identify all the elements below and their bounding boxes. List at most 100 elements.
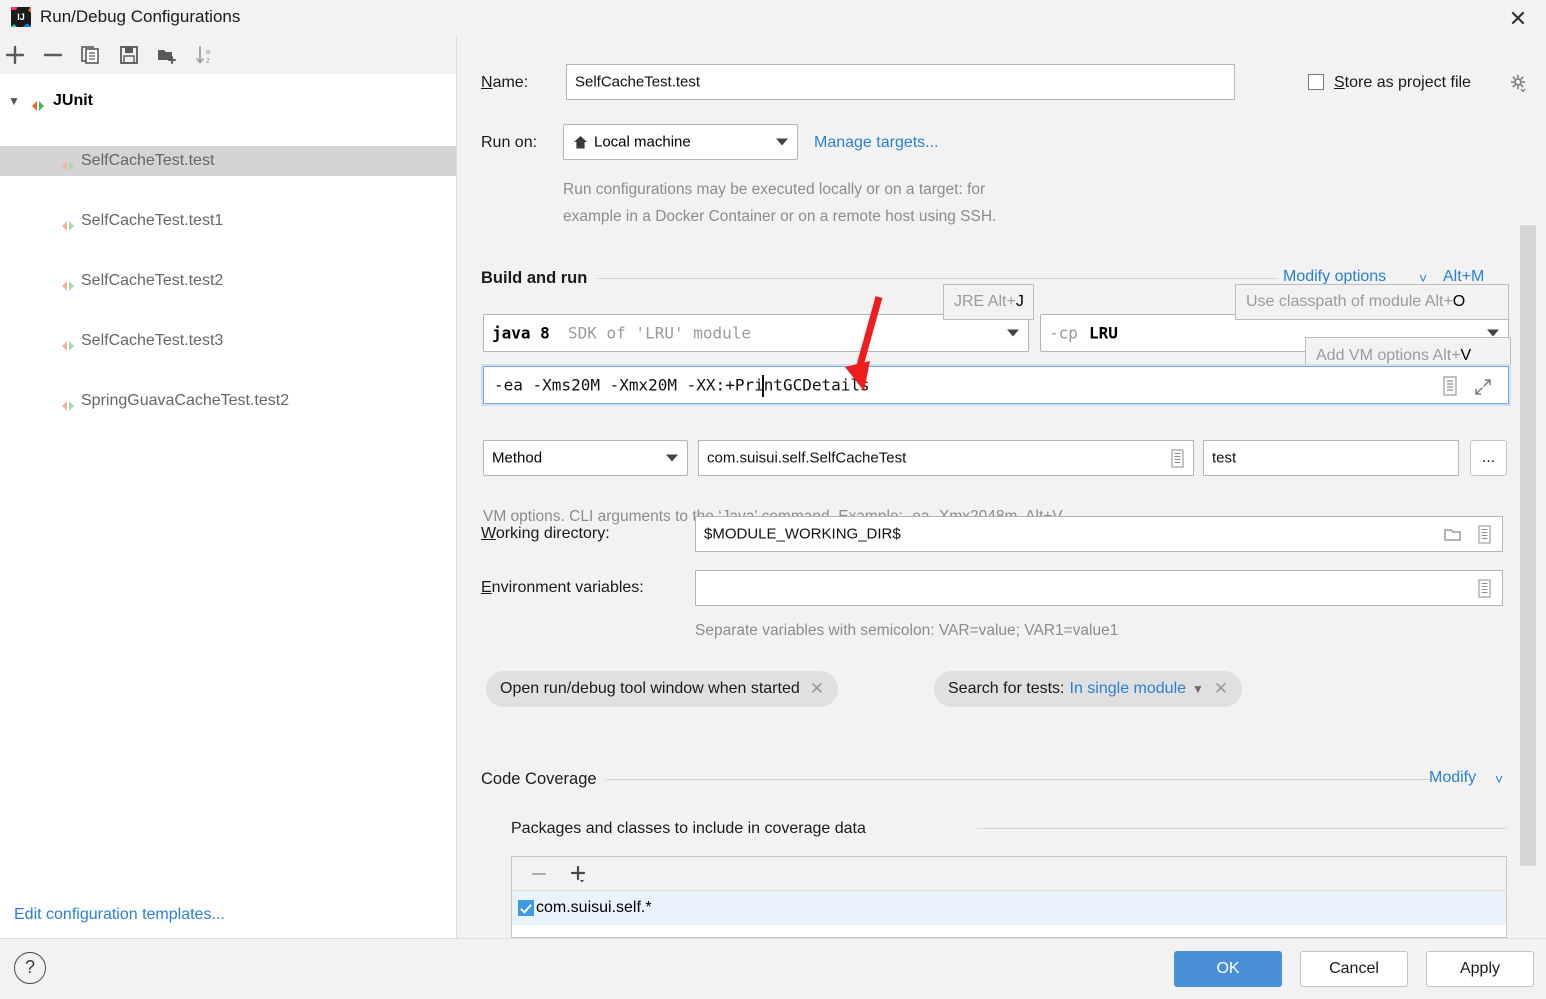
target-method-input[interactable]: test [1203,440,1459,476]
environment-variables-input[interactable] [695,570,1503,606]
coverage-item-label: com.suisui.self.* [536,899,652,916]
section-divider [977,828,1507,829]
tree-item-label: SelfCacheTest.test2 [81,272,224,289]
run-on-combo[interactable]: Local machine [563,124,798,160]
home-icon [572,134,589,155]
coverage-subtitle: Packages and classes to include in cover… [511,820,874,838]
vm-options-value: -ea -Xms20M -Xmx20M -XX:+PrintGCDetails [494,375,870,395]
svg-text:a: a [206,47,211,56]
classpath-value: LRU [1089,323,1118,343]
tree-item-selfcachetest-test2[interactable]: SelfCacheTest.test2 [0,266,456,296]
configurations-panel: a z ▼ JUnit SelfCacheTest.test SelfCache… [0,36,457,938]
coverage-item-checkbox[interactable] [518,900,534,916]
cancel-button[interactable]: Cancel [1300,951,1408,987]
run-debug-configurations-dialog: IJ Run/Debug Configurations ✕ a z ▼ JUni… [0,0,1546,999]
run-on-hint-line2: example in a Docker Container or on a re… [563,208,997,225]
text-caret [762,375,764,397]
coverage-add-button[interactable] [568,864,588,888]
jre-hint: JRE Alt+ J [943,284,1034,320]
close-icon[interactable]: ✕ [1214,679,1228,699]
folder-icon[interactable] [1443,526,1462,547]
document-list-icon[interactable] [1170,449,1185,472]
configurations-toolbar: a z [0,36,456,75]
title-bar: IJ Run/Debug Configurations ✕ [0,0,1546,37]
tree-item-selfcachetest-test3[interactable]: SelfCacheTest.test3 [0,326,456,356]
tree-group-junit[interactable]: ▼ JUnit [0,86,456,116]
chevron-down-icon [776,138,788,146]
tree-item-selfcachetest-test1[interactable]: SelfCacheTest.test1 [0,206,456,236]
jre-combo-primary: java 8 [492,323,550,343]
coverage-remove-button[interactable] [530,866,548,886]
chip-search-for-tests[interactable]: Search for tests: In single module ▼ ✕ [934,671,1243,707]
environment-variables-label: Environment variables: [481,579,644,596]
run-on-value: Local machine [594,133,691,151]
tree-item-label: SpringGuavaCacheTest.test2 [81,392,290,409]
tree-item-springguavacachetest-test2[interactable]: SpringGuavaCacheTest.test2 [0,386,456,416]
vm-options-input[interactable]: -ea -Xms20M -Xmx20M -XX:+PrintGCDetails [483,366,1509,404]
working-directory-label: Working directory: [481,525,610,542]
junit-run-icon [60,334,76,351]
intellij-idea-logo: IJ [10,6,32,28]
use-classpath-of-module-hint: Use classpath of module Alt+ O [1235,284,1509,320]
close-icon[interactable]: ✕ [1502,4,1534,34]
ok-button[interactable]: OK [1174,951,1282,987]
svg-text:z: z [206,56,210,65]
configurations-tree: ▼ JUnit SelfCacheTest.test SelfCacheTest… [0,74,456,894]
chip-open-run-debug-tool-window[interactable]: Open run/debug tool window when started … [486,671,838,707]
section-divider [605,779,1439,780]
chip-value[interactable]: In single module [1070,680,1187,698]
chevron-down-icon[interactable]: ▼ [6,86,22,116]
junit-run-icon [30,94,46,111]
new-folder-button[interactable] [154,42,180,68]
document-list-icon[interactable] [1442,376,1458,400]
classpath-prefix: -cp [1049,323,1078,343]
svg-text:IJ: IJ [17,12,25,22]
target-method-value: test [1212,449,1237,467]
help-button[interactable]: ? [14,952,46,984]
chevron-down-icon[interactable]: ▼ [1192,682,1204,696]
remove-configuration-button[interactable] [40,42,66,68]
tree-item-selfcachetest-test[interactable]: SelfCacheTest.test [0,146,456,176]
copy-configuration-button[interactable] [78,42,104,68]
junit-run-icon [60,274,76,291]
working-directory-input[interactable]: $MODULE_WORKING_DIR$ [695,516,1503,552]
code-coverage-title: Code Coverage [481,770,605,789]
build-and-run-title: Build and run [481,269,596,288]
expand-icon[interactable] [1474,378,1492,400]
window-title: Run/Debug Configurations [40,7,241,26]
editor-scrollbar-track[interactable] [1513,225,1543,938]
save-configuration-button[interactable] [116,42,142,68]
document-list-icon[interactable] [1477,525,1492,548]
close-icon[interactable]: ✕ [810,679,824,699]
target-class-value: com.suisui.self.SelfCacheTest [707,449,907,467]
tree-item-label: SelfCacheTest.test1 [81,212,224,229]
gear-icon[interactable] [1509,74,1527,96]
dialog-footer: ? OK Cancel Apply CSDN @言炮 [0,938,1546,999]
editor-scrollbar-thumb[interactable] [1520,225,1536,866]
tree-item-label: SelfCacheTest.test [81,152,215,169]
coverage-toolbar [512,857,1506,891]
chip-label: Search for tests: [948,680,1065,697]
apply-button[interactable]: Apply [1426,951,1534,987]
name-input-value: SelfCacheTest.test [575,73,701,91]
chevron-down-icon[interactable]: ˅ [1495,771,1503,787]
chevron-down-icon [666,454,678,462]
manage-targets-link[interactable]: Manage targets... [814,134,939,152]
sort-configurations-button[interactable]: a z [192,42,218,68]
chip-label: Open run/debug tool window when started [500,680,800,697]
add-configuration-button[interactable] [2,42,28,68]
browse-target-button[interactable]: ... [1470,440,1507,476]
coverage-modify-link[interactable]: Modify [1429,769,1476,787]
coverage-list-item[interactable]: com.suisui.self.* [512,891,1506,925]
store-as-project-file-label[interactable]: Store as project file [1334,74,1471,92]
target-kind-combo[interactable]: Method [483,440,688,476]
document-list-icon[interactable] [1477,579,1492,602]
edit-configuration-templates-link[interactable]: Edit configuration templates... [14,906,225,924]
coverage-list-box: com.suisui.self.* [511,856,1507,938]
store-as-project-file-checkbox[interactable] [1308,74,1324,90]
chevron-down-icon [1007,329,1019,337]
target-class-input[interactable]: com.suisui.self.SelfCacheTest [698,440,1194,476]
name-input[interactable]: SelfCacheTest.test [566,64,1235,100]
configuration-editor-panel: Name: SelfCacheTest.test Store as projec… [457,36,1546,938]
section-divider [597,278,1277,279]
